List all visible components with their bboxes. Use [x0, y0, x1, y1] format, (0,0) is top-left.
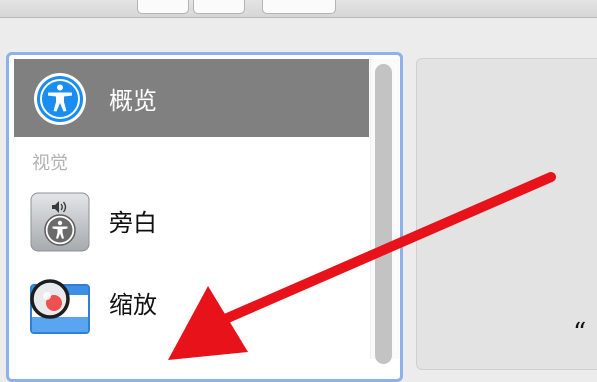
- red-arrow-annotation: [168, 172, 556, 360]
